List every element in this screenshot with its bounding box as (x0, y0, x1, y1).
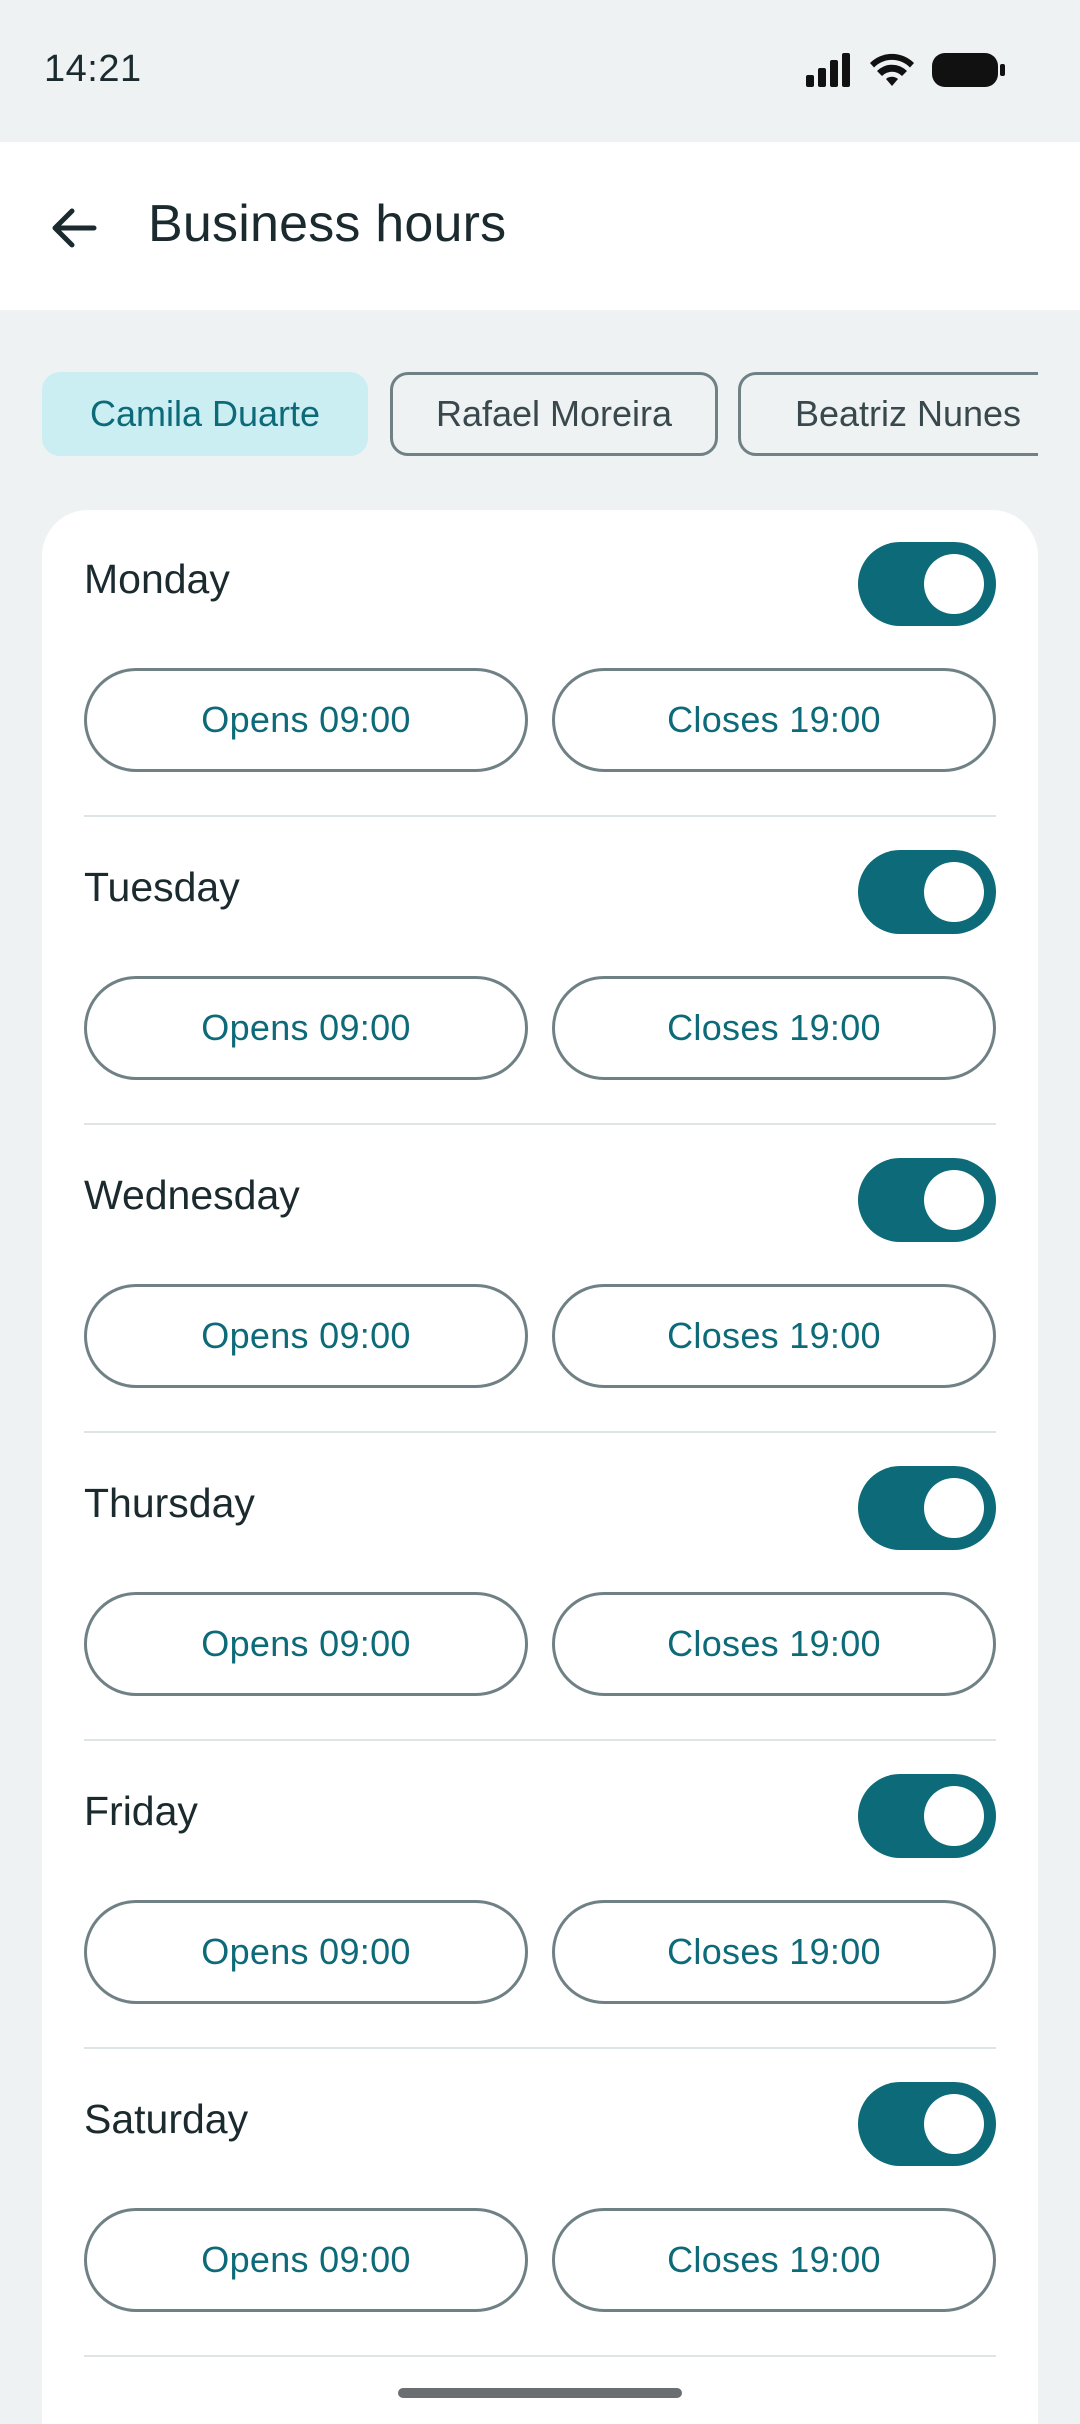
toggle-knob (924, 862, 984, 922)
wifi-icon (870, 53, 914, 86)
divider (84, 815, 996, 817)
closes-time-button[interactable]: Closes 19:00 (552, 1284, 996, 1388)
divider (84, 2047, 996, 2049)
day-name: Friday (84, 1788, 198, 1834)
toggle-knob (924, 1786, 984, 1846)
staff-chip-rafael-moreira[interactable]: Rafael Moreira (390, 372, 718, 456)
divider (84, 1123, 996, 1125)
day-row-thursday: Thursday Opens 09:00 Closes 19:00 (42, 1434, 1038, 1742)
opens-time-button[interactable]: Opens 09:00 (84, 976, 528, 1080)
toggle-knob (924, 1170, 984, 1230)
day-toggle-tuesday[interactable] (858, 850, 996, 934)
day-name: Monday (84, 556, 230, 602)
day-name: Thursday (84, 1480, 255, 1526)
status-time: 14:21 (44, 48, 142, 90)
divider (84, 1431, 996, 1433)
day-name: Saturday (84, 2096, 249, 2142)
day-toggle-wednesday[interactable] (858, 1158, 996, 1242)
day-row-friday: Friday Opens 09:00 Closes 19:00 (42, 1742, 1038, 2050)
closes-time-button[interactable]: Closes 19:00 (552, 2208, 996, 2312)
closes-time-button[interactable]: Closes 19:00 (552, 976, 996, 1080)
day-name: Tuesday (84, 864, 240, 910)
page-title: Business hours (148, 195, 507, 253)
day-row-tuesday: Tuesday Opens 09:00 Closes 19:00 (42, 818, 1038, 1126)
day-toggle-thursday[interactable] (858, 1466, 996, 1550)
day-row-monday: Monday Opens 09:00 Closes 19:00 (42, 510, 1038, 818)
toggle-knob (924, 1478, 984, 1538)
back-button[interactable] (34, 188, 114, 268)
staff-chip-camila-duarte[interactable]: Camila Duarte (42, 372, 368, 456)
status-bar: 14:21 (0, 0, 1080, 142)
app-header: Business hours (0, 142, 1080, 310)
day-row-wednesday: Wednesday Opens 09:00 Closes 19:00 (42, 1126, 1038, 1434)
divider (84, 2355, 996, 2357)
opens-time-button[interactable]: Opens 09:00 (84, 1592, 528, 1696)
opens-time-button[interactable]: Opens 09:00 (84, 1284, 528, 1388)
arrow-left-icon (52, 208, 97, 248)
day-toggle-saturday[interactable] (858, 2082, 996, 2166)
business-hours-card: Monday Opens 09:00 Closes 19:00 Tuesday … (42, 510, 1038, 2424)
staff-chip-row[interactable]: Camila Duarte Rafael Moreira Beatriz Nun… (42, 372, 1038, 458)
battery-icon (932, 53, 1005, 87)
opens-time-button[interactable]: Opens 09:00 (84, 1900, 528, 2004)
toggle-knob (924, 554, 984, 614)
day-name: Wednesday (84, 1172, 300, 1218)
closes-time-button[interactable]: Closes 19:00 (552, 668, 996, 772)
day-toggle-friday[interactable] (858, 1774, 996, 1858)
closes-time-button[interactable]: Closes 19:00 (552, 1900, 996, 2004)
status-icons (806, 48, 1006, 92)
staff-chip-beatriz-nunes[interactable]: Beatriz Nunes (738, 372, 1038, 456)
opens-time-button[interactable]: Opens 09:00 (84, 2208, 528, 2312)
divider (84, 1739, 996, 1741)
signal-icon (806, 53, 850, 87)
opens-time-button[interactable]: Opens 09:00 (84, 668, 528, 772)
closes-time-button[interactable]: Closes 19:00 (552, 1592, 996, 1696)
day-row-saturday: Saturday Opens 09:00 Closes 19:00 (42, 2050, 1038, 2358)
day-toggle-monday[interactable] (858, 542, 996, 626)
home-gesture-bar[interactable] (398, 2388, 682, 2398)
toggle-knob (924, 2094, 984, 2154)
